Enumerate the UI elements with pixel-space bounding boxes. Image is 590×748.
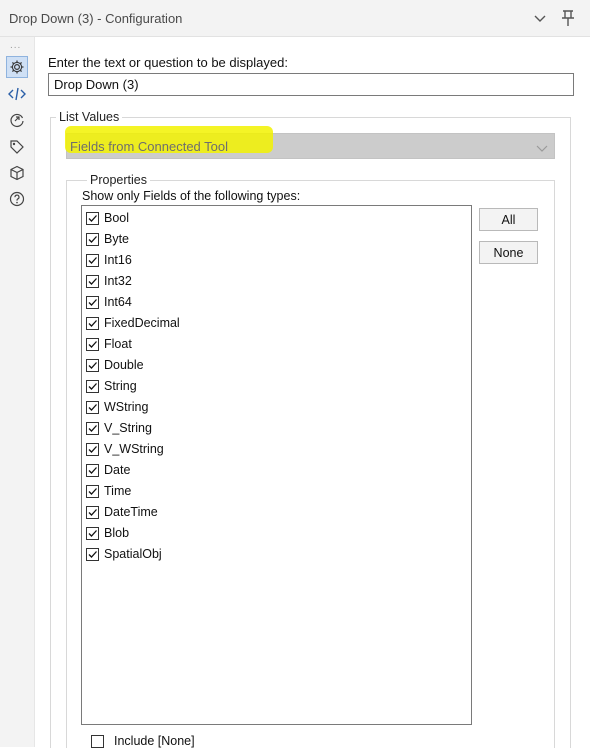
tag-icon[interactable] — [7, 137, 27, 157]
list-item[interactable]: Double — [86, 355, 144, 375]
chevron-down-icon — [536, 139, 548, 157]
list-item-label: Float — [104, 337, 132, 351]
list-item[interactable]: V_String — [86, 418, 152, 438]
list-item-label: String — [104, 379, 137, 393]
prompt-label: Enter the text or question to be display… — [48, 55, 288, 70]
title-bar: Drop Down (3) - Configuration — [0, 0, 590, 37]
checkbox[interactable] — [86, 379, 99, 393]
checkbox[interactable] — [86, 253, 99, 267]
list-item-label: Int64 — [104, 295, 132, 309]
include-none-checkbox[interactable] — [91, 734, 104, 748]
include-none-label: Include [None] — [114, 734, 195, 748]
list-values-dropdown[interactable]: Fields from Connected Tool — [65, 126, 555, 159]
list-item[interactable]: Blob — [86, 523, 129, 543]
list-item[interactable]: V_WString — [86, 439, 164, 459]
checkbox[interactable] — [86, 526, 99, 540]
list-item-label: Date — [104, 463, 131, 477]
list-item-label: Bool — [104, 211, 130, 225]
checkbox[interactable] — [86, 211, 99, 225]
checkbox[interactable] — [86, 274, 99, 288]
checkbox[interactable] — [86, 442, 99, 456]
checkbox[interactable] — [86, 484, 99, 498]
checkbox[interactable] — [86, 337, 99, 351]
checkbox[interactable] — [86, 505, 99, 519]
window-title: Drop Down (3) - Configuration — [9, 11, 183, 26]
checkbox[interactable] — [86, 400, 99, 414]
select-none-button[interactable]: None — [479, 241, 538, 264]
list-item[interactable]: WString — [86, 397, 148, 417]
list-item-label: Double — [104, 358, 144, 372]
list-item-label: FixedDecimal — [104, 316, 180, 330]
checkbox[interactable] — [86, 463, 99, 477]
side-toolbar: ... — [0, 37, 35, 747]
gear-icon[interactable] — [6, 56, 28, 78]
list-item-label: Int16 — [104, 253, 132, 267]
list-item[interactable]: Byte — [86, 229, 129, 249]
list-item-label: DateTime — [104, 505, 158, 519]
list-item[interactable]: Bool — [86, 208, 129, 228]
list-item[interactable]: FixedDecimal — [86, 313, 180, 333]
checkbox[interactable] — [86, 547, 99, 561]
list-item[interactable]: Int64 — [86, 292, 132, 312]
list-item-label: WString — [104, 400, 149, 414]
list-item[interactable]: Time — [86, 481, 131, 501]
list-values-legend: List Values — [56, 110, 123, 124]
list-item[interactable]: Int16 — [86, 250, 132, 270]
checkbox[interactable] — [86, 316, 99, 330]
code-icon[interactable] — [7, 84, 27, 104]
list-item[interactable]: SpatialObj — [86, 544, 162, 564]
list-item-label: Blob — [104, 526, 130, 540]
prompt-text-input[interactable] — [48, 73, 574, 96]
list-item-label: Int32 — [104, 274, 132, 288]
list-item[interactable]: Date — [86, 460, 130, 480]
list-item[interactable]: String — [86, 376, 137, 396]
select-all-button[interactable]: All — [479, 208, 538, 231]
field-types-listbox[interactable]: Bool Byte Int16 Int32 Int64 FixedDecimal… — [81, 205, 472, 725]
list-item-label: Byte — [104, 232, 130, 246]
list-item[interactable]: Int32 — [86, 271, 132, 291]
properties-legend: Properties — [87, 173, 150, 187]
list-item-label: V_WString — [104, 442, 164, 456]
list-item-label: SpatialObj — [104, 547, 162, 561]
include-none-option[interactable]: Include [None] — [81, 734, 195, 748]
pin-icon[interactable] — [558, 8, 578, 28]
chevron-down-icon[interactable] — [530, 8, 550, 28]
field-types-label: Show only Fields of the following types: — [82, 189, 301, 203]
cube-icon[interactable] — [7, 163, 27, 183]
list-item[interactable]: Float — [86, 334, 132, 354]
list-item[interactable]: DateTime — [86, 502, 158, 522]
list-item-label: Time — [104, 484, 132, 498]
checkbox[interactable] — [86, 421, 99, 435]
help-icon[interactable] — [7, 189, 27, 209]
overflow-indicator: ... — [10, 40, 22, 51]
tool-output-icon[interactable] — [7, 110, 27, 130]
checkbox[interactable] — [86, 232, 99, 246]
checkbox[interactable] — [86, 358, 99, 372]
checkbox[interactable] — [86, 295, 99, 309]
list-values-selected: Fields from Connected Tool — [70, 139, 229, 154]
list-item-label: V_String — [104, 421, 152, 435]
